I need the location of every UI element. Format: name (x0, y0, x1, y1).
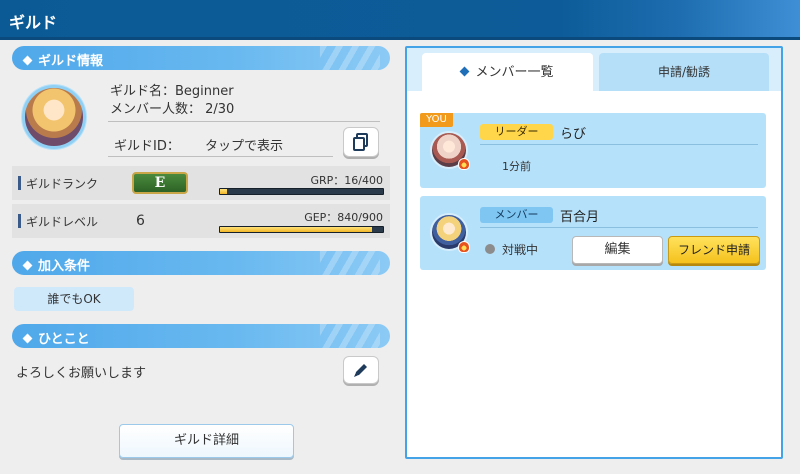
copy-icon (353, 133, 368, 151)
row-marker (18, 214, 21, 228)
guild-level-value: 6 (136, 213, 145, 229)
guild-info-header: ギルド情報 (12, 46, 390, 70)
last-active: 1分前 (502, 160, 531, 173)
card-divider (480, 144, 758, 145)
guild-id-reveal[interactable]: タップで表示 (205, 135, 283, 154)
guild-id-label: ギルドID： (114, 139, 180, 154)
guild-info-title: ギルド情報 (38, 54, 104, 69)
diamond-icon (22, 55, 33, 66)
gep-gauge (219, 226, 384, 233)
id-divider (108, 156, 333, 157)
grp-text: GRP：16/400 (310, 174, 384, 187)
edit-member-button[interactable]: 編集 (572, 236, 663, 264)
member-name: 百合月 (560, 210, 600, 225)
guild-avatar (22, 85, 86, 149)
card-divider (480, 227, 758, 228)
guild-name: ギルド名：Beginner (110, 84, 234, 99)
member-name: らび (560, 127, 587, 142)
comment-title: ひとこと (38, 332, 90, 347)
role-tag-leader: リーダー (480, 124, 553, 140)
friend-request-button[interactable]: フレンド申請 (668, 236, 760, 264)
member-card[interactable] (420, 113, 766, 188)
guild-level-label: ギルドレベル (26, 215, 99, 229)
flame-icon (458, 241, 470, 253)
you-badge: YOU (420, 113, 453, 127)
guild-rank-label: ギルドランク (26, 177, 99, 191)
grp-gauge-fill (220, 189, 227, 194)
diamond-icon (460, 66, 470, 77)
flame-icon (458, 158, 470, 170)
status-dot-icon (485, 244, 495, 254)
guild-detail-button[interactable]: ギルド詳細 (119, 424, 294, 458)
conditions-title: 加入条件 (38, 259, 91, 274)
page-title: ギルド (9, 13, 58, 32)
guild-member-count: メンバー人数： 2/30 (110, 102, 235, 117)
rank-badge: E (132, 172, 188, 194)
tab-members-label: メンバー一覧 (475, 65, 554, 80)
gep-text: GEP：840/900 (304, 211, 383, 224)
tab-members[interactable]: メンバー一覧 (422, 53, 593, 93)
role-tag-member: メンバー (480, 207, 553, 223)
member-status: 対戦中 (502, 243, 539, 257)
grp-gauge (219, 188, 384, 195)
comment-header: ひとこと (12, 324, 390, 348)
pencil-icon (354, 364, 367, 377)
gep-gauge-fill (220, 227, 373, 232)
info-divider (108, 121, 380, 122)
edit-comment-button[interactable] (343, 356, 379, 384)
comment-text: よろしくお願いします (16, 366, 147, 381)
join-condition-value: 誰でもOK (14, 287, 134, 311)
diamond-icon (22, 260, 33, 271)
tab-requests[interactable]: 申請/勧誘 (599, 53, 769, 91)
title-bar-edge (0, 37, 800, 40)
conditions-header: 加入条件 (12, 251, 390, 275)
row-marker (18, 176, 21, 190)
diamond-icon (22, 333, 33, 344)
copy-id-button[interactable] (343, 127, 379, 157)
title-bar: ギルド (0, 0, 800, 37)
